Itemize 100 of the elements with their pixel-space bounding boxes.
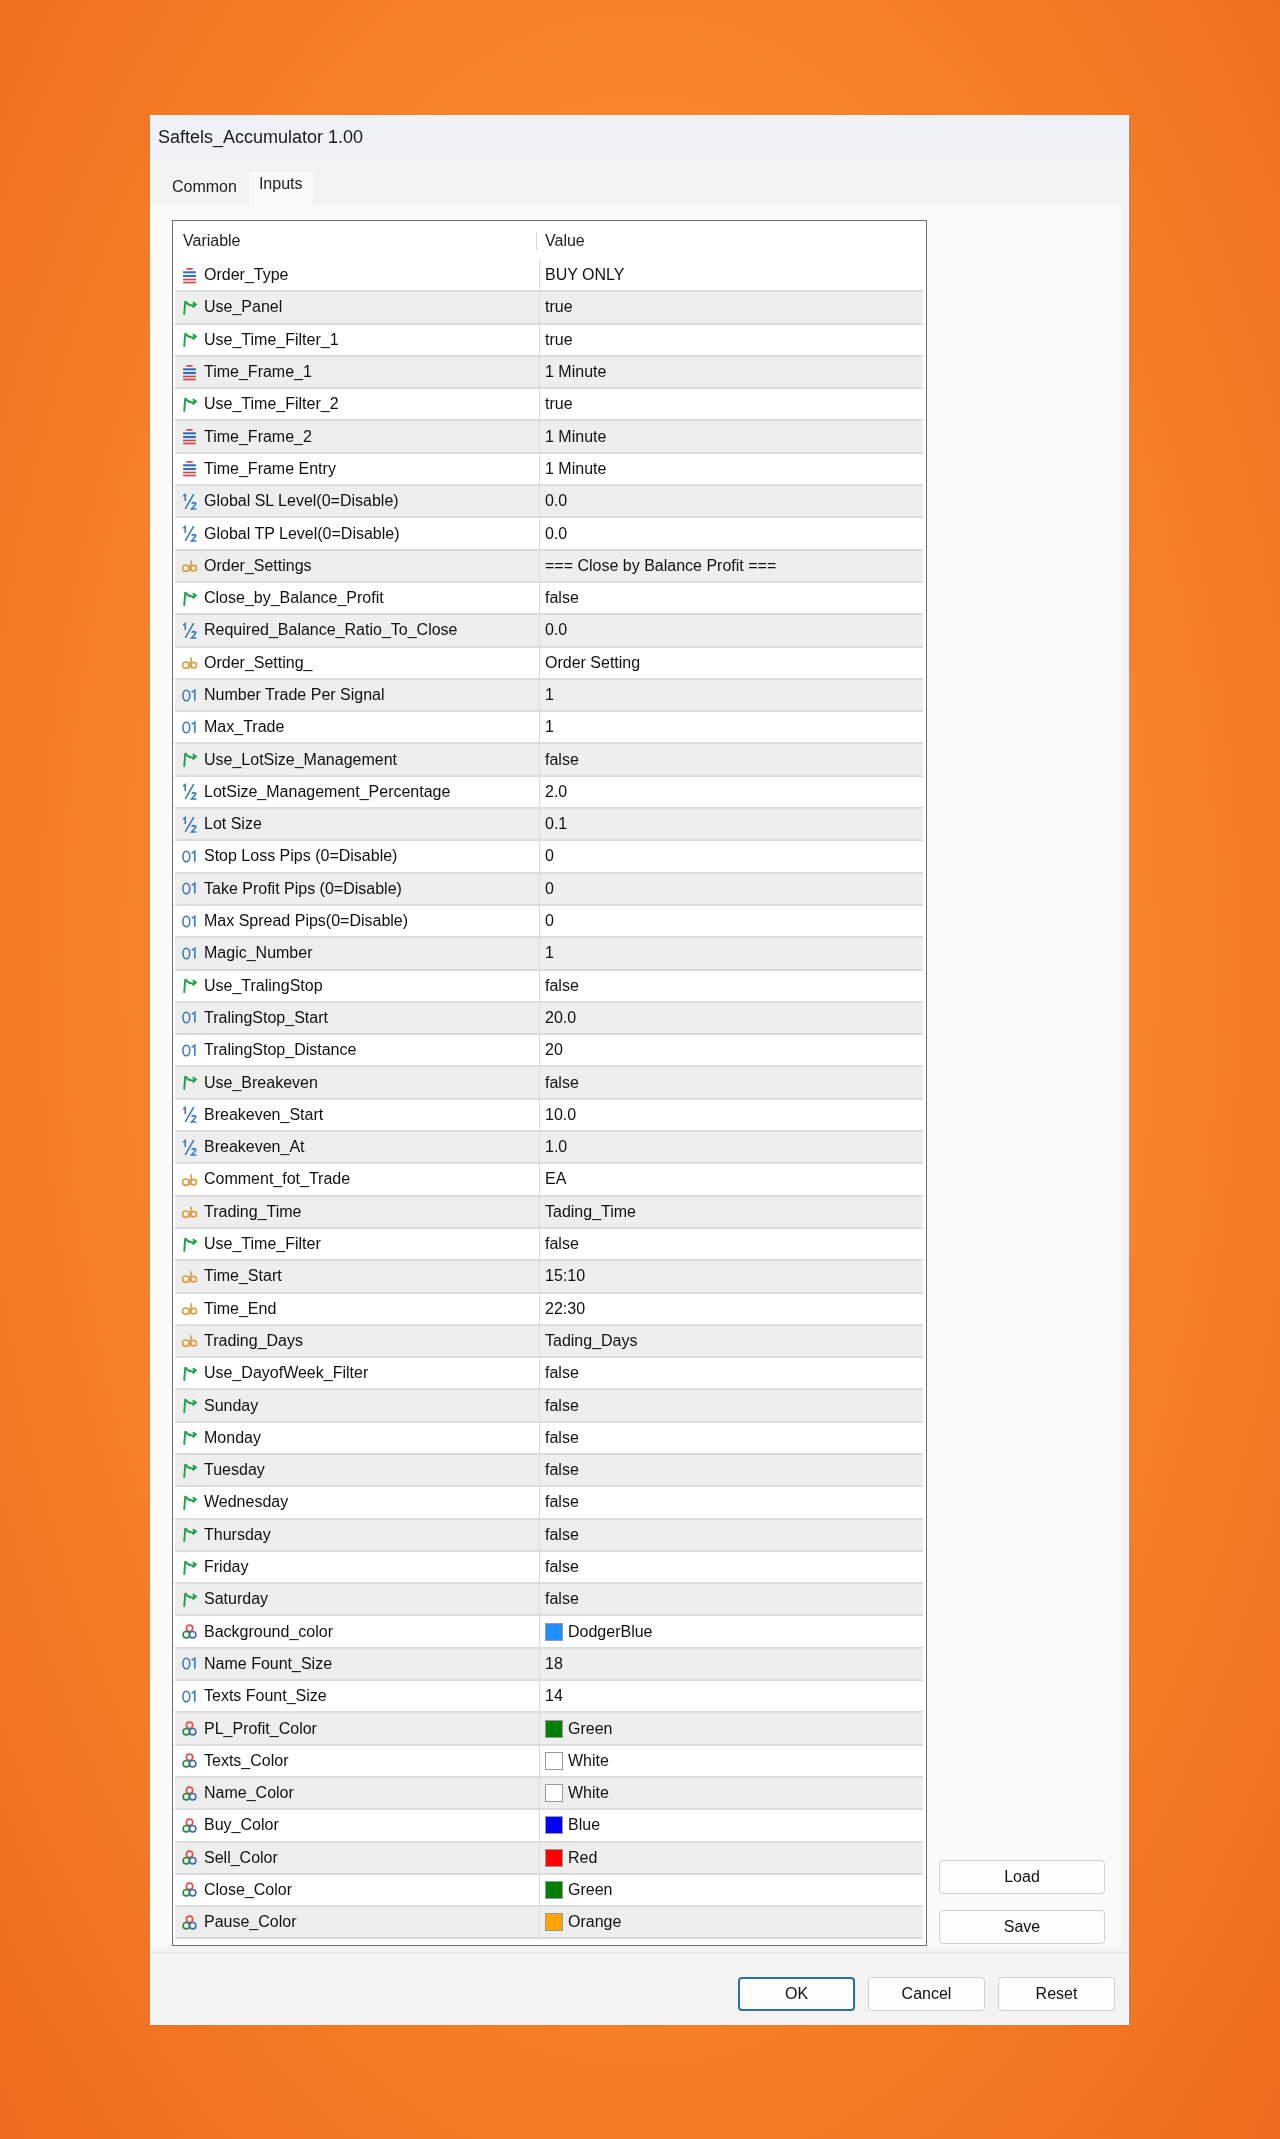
variable-value[interactable]: true — [545, 395, 573, 414]
variable-value[interactable]: 1 — [545, 718, 554, 737]
variable-value[interactable]: Order Setting — [545, 653, 641, 672]
variable-name: Time_End — [204, 1299, 277, 1318]
list-icon — [181, 428, 198, 446]
variable-value[interactable]: 15:10 — [545, 1267, 586, 1286]
column-header: Variable — [175, 232, 537, 250]
dialog-button[interactable]: Cancel — [868, 1977, 985, 2012]
number-icon — [181, 718, 198, 736]
variable-value[interactable]: 1 — [545, 944, 554, 963]
variable-name: Use_Breakeven — [204, 1073, 318, 1092]
fraction-icon — [181, 1106, 198, 1124]
variable-value[interactable]: 0 — [545, 879, 554, 898]
dialog-button[interactable]: OK — [738, 1977, 855, 2012]
variable-name: Tuesday — [204, 1461, 265, 1480]
variable-value[interactable]: Green — [568, 1881, 613, 1899]
variable-value[interactable]: 0.1 — [545, 815, 568, 834]
variable-value[interactable]: 10.0 — [545, 1105, 577, 1124]
branch-arrow-icon — [181, 1074, 198, 1092]
variable-value[interactable]: false — [545, 1396, 579, 1415]
variable-value[interactable]: Red — [568, 1848, 598, 1867]
color-circles-icon — [181, 1623, 198, 1641]
column-header: Value — [544, 232, 586, 250]
variable-value[interactable]: 1 Minute — [545, 459, 607, 478]
variable-name: Name_Color — [204, 1784, 294, 1803]
variable-value[interactable]: 0 — [545, 847, 554, 866]
variable-value[interactable]: === Close by Balance Profit === — [545, 556, 777, 575]
variable-value[interactable]: false — [545, 976, 579, 995]
variable-value[interactable]: 0 — [545, 912, 554, 931]
list-icon — [181, 266, 198, 284]
variable-value[interactable]: false — [545, 1558, 579, 1576]
variable-value[interactable]: EA — [545, 1170, 567, 1189]
variable-name: Breakeven_Start — [204, 1105, 324, 1124]
variable-value[interactable]: Green — [568, 1719, 613, 1738]
save-button[interactable]: Save — [939, 1910, 1105, 1945]
number-icon — [181, 912, 198, 930]
dialog-button[interactable]: Reset — [998, 1977, 1115, 2012]
load-button[interactable]: Load — [939, 1860, 1105, 1895]
variable-name: Use_Time_Filter_1 — [204, 330, 339, 349]
variable-value[interactable]: 18 — [545, 1654, 563, 1673]
variable-value[interactable]: 20 — [545, 1041, 563, 1060]
variable-value[interactable]: 20.0 — [545, 1008, 577, 1027]
variable-value[interactable]: Tading_Time — [545, 1202, 636, 1221]
variable-name: Use_Time_Filter — [204, 1235, 321, 1254]
text-type-icon — [181, 1203, 198, 1221]
variable-name: Saturday — [204, 1590, 269, 1609]
variable-value[interactable]: false — [545, 1235, 579, 1254]
variable-value[interactable]: 1 Minute — [545, 427, 607, 446]
number-icon — [181, 1655, 198, 1673]
variable-value[interactable]: false — [545, 1525, 579, 1544]
variable-value[interactable]: Orange — [568, 1913, 622, 1932]
variable-name: Time_Frame_1 — [204, 363, 312, 382]
tab[interactable]: Inputs — [248, 172, 313, 206]
variable-value[interactable]: White — [568, 1751, 609, 1770]
color-circles-icon — [181, 1816, 198, 1834]
branch-arrow-icon — [181, 1397, 198, 1415]
variable-value[interactable]: false — [545, 750, 579, 769]
variable-name: Name Fount_Size — [204, 1654, 333, 1673]
variable-value[interactable]: White — [568, 1784, 609, 1803]
number-icon — [181, 880, 198, 898]
fraction-icon — [181, 525, 198, 542]
variable-value[interactable]: 14 — [545, 1687, 563, 1706]
variable-value[interactable]: false — [545, 589, 579, 608]
variable-name: Texts Fount_Size — [204, 1687, 327, 1706]
variable-value[interactable]: true — [545, 330, 573, 349]
color-circles-icon — [181, 1752, 198, 1770]
variable-value[interactable]: Blue — [568, 1816, 601, 1835]
variable-value[interactable]: 0.0 — [545, 621, 568, 640]
variable-value[interactable]: false — [545, 1493, 579, 1512]
variable-value[interactable]: false — [545, 1364, 579, 1383]
variable-name: Use_TralingStop — [204, 976, 323, 995]
branch-arrow-icon — [181, 331, 198, 349]
variable-value[interactable]: 22:30 — [545, 1299, 586, 1318]
variable-value[interactable]: 1.0 — [545, 1138, 568, 1157]
variable-value[interactable]: 0.0 — [545, 524, 568, 543]
number-icon — [181, 1687, 198, 1705]
variable-name: Order_Setting_ — [204, 653, 313, 672]
variable-name: Thursday — [204, 1525, 271, 1544]
variable-value[interactable]: false — [545, 1073, 579, 1092]
variable-value[interactable]: false — [545, 1428, 579, 1447]
variable-value[interactable]: 1 — [545, 686, 554, 704]
variable-value[interactable]: DodgerBlue — [568, 1622, 653, 1641]
variable-value[interactable]: false — [545, 1590, 579, 1609]
variable-value[interactable]: 1 Minute — [545, 363, 607, 382]
variable-name: Max Spread Pips(0=Disable) — [204, 912, 409, 931]
variable-value[interactable]: true — [545, 298, 573, 317]
variable-name: TralingStop_Start — [204, 1008, 328, 1027]
fraction-icon — [181, 815, 198, 833]
variable-value[interactable]: BUY ONLY — [545, 266, 625, 285]
variable-name: Breakeven_At — [204, 1138, 305, 1157]
window-title: Saftels_Accumulator 1.00 — [158, 127, 364, 148]
tab[interactable]: Common — [162, 172, 247, 206]
variable-name: Take Profit Pips (0=Disable) — [204, 879, 402, 898]
text-type-icon — [181, 557, 198, 575]
variable-value[interactable]: 0.0 — [545, 492, 568, 511]
number-icon — [181, 1009, 198, 1027]
variable-name: Comment_fot_Trade — [204, 1170, 351, 1189]
variable-value[interactable]: false — [545, 1461, 579, 1480]
variable-value[interactable]: Tading_Days — [545, 1331, 638, 1350]
variable-value[interactable]: 2.0 — [545, 782, 568, 801]
